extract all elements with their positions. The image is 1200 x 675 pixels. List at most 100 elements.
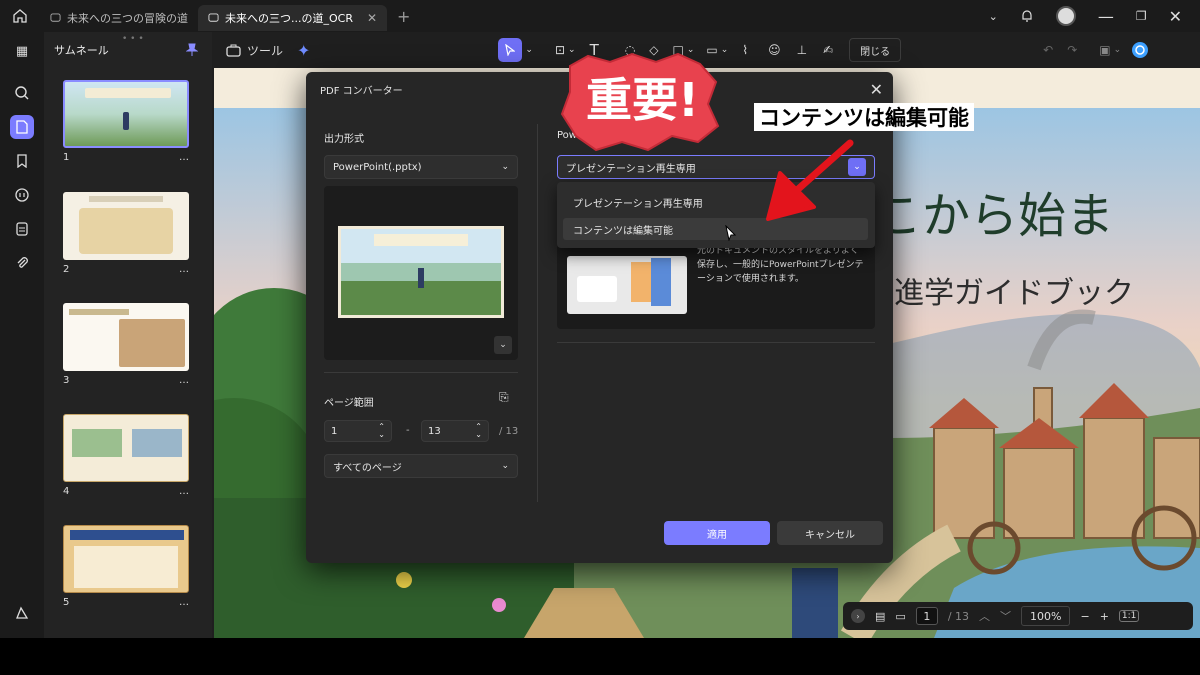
output-format-label: 出力形式 xyxy=(324,134,364,145)
apply-button[interactable]: 適用 xyxy=(664,521,770,545)
more-icon[interactable]: … xyxy=(179,152,189,163)
presentation-icon[interactable]: ▭ xyxy=(895,610,905,623)
more-icon[interactable]: … xyxy=(179,264,189,275)
current-page-input[interactable]: 1 xyxy=(915,607,938,625)
thumbnail-page-5[interactable]: 5… xyxy=(63,525,189,608)
next-page-icon[interactable]: ﹀ xyxy=(1000,608,1011,624)
page-subset-select[interactable]: すべてのページ ⌄ xyxy=(324,454,518,478)
more-icon[interactable]: … xyxy=(179,597,189,608)
page-number: 1 xyxy=(63,152,70,163)
stamp-icon: ⊥ xyxy=(796,43,808,57)
chat-icon xyxy=(208,12,219,22)
dialog-title: PDF コンバーター xyxy=(320,86,403,97)
chevron-down-icon: ⌄ xyxy=(501,461,509,471)
thumbnail-page-1[interactable]: 1… xyxy=(63,80,189,163)
zoom-level[interactable]: 100% xyxy=(1021,606,1071,626)
collapse-icon[interactable]: › xyxy=(851,609,865,623)
pin-icon[interactable] xyxy=(186,43,198,57)
app-window: 未来への三つの冒険の道 未来への三つ...の道_OCR ✕ + ⌄ — ❐ ✕ … xyxy=(0,0,1200,638)
signature-tool[interactable]: ✍ xyxy=(823,38,833,62)
select-tool[interactable]: ⌄ xyxy=(498,38,533,62)
chevron-down-icon: ⌄ xyxy=(720,45,729,55)
home-button[interactable] xyxy=(0,0,40,32)
range-from-value: 1 xyxy=(331,425,338,437)
preview-thumbnail xyxy=(338,226,504,318)
range-to-input[interactable]: 13 ⌃ ⌄ xyxy=(421,420,489,442)
sticker-icon: ☺ xyxy=(768,43,781,57)
thumbnail-page-2[interactable]: 2… xyxy=(63,192,189,275)
more-icon[interactable]: … xyxy=(179,375,189,386)
rail-attachment-list-button[interactable] xyxy=(0,212,44,246)
tab-document-1[interactable]: 未来への三つの冒険の道 xyxy=(40,5,198,31)
range-to-value: 13 xyxy=(428,425,441,437)
window-controls: ⌄ — ❐ ✕ xyxy=(989,0,1200,32)
maximize-icon[interactable]: ❐ xyxy=(1136,9,1147,23)
page-range-settings-icon[interactable]: ⎘ xyxy=(499,390,509,405)
red-arrow-annotation xyxy=(766,139,854,221)
rail-bookmark-button[interactable] xyxy=(0,144,44,178)
drag-handle[interactable]: • • • xyxy=(122,34,144,44)
avatar[interactable] xyxy=(1055,6,1076,26)
right-divider xyxy=(557,342,875,343)
tab-label: 未来への三つの冒険の道 xyxy=(67,12,188,25)
save-icon: ▣ xyxy=(1099,43,1111,57)
save-button[interactable]: ▣ ⌄ xyxy=(1099,38,1121,62)
search-icon xyxy=(15,86,29,100)
mode-description-card: 元のドキュメントのスタイルをよりよく保存し、一般的にPowerPointプレゼン… xyxy=(557,244,875,329)
page-number: 3 xyxy=(63,375,70,386)
reading-mode-icon[interactable]: ▤ xyxy=(875,610,885,623)
thumbnail-page-4[interactable]: 4… xyxy=(63,414,189,497)
close-edit-button[interactable]: 閉じる xyxy=(849,38,902,62)
tab-label: 未来への三つ...の道_OCR xyxy=(225,12,353,25)
rail-attachment-button[interactable] xyxy=(0,246,44,280)
rail-search-button[interactable] xyxy=(0,76,44,110)
mode-illustration xyxy=(567,256,687,314)
close-icon[interactable]: ✕ xyxy=(1169,7,1182,26)
thumbnail-page-3[interactable]: 3… xyxy=(63,303,189,386)
assistant-button[interactable] xyxy=(1131,38,1149,62)
sticker-tool[interactable]: ☺ xyxy=(768,38,781,62)
mode-description: 元のドキュメントのスタイルをよりよく保存し、一般的にPowerPointプレゼン… xyxy=(697,246,864,284)
new-tab-button[interactable]: + xyxy=(397,7,410,26)
left-divider xyxy=(324,372,518,373)
tools-button[interactable]: ツール xyxy=(226,38,283,62)
stepper-icon[interactable]: ⌃ ⌄ xyxy=(378,423,385,439)
stamp-tool[interactable]: ⊥ xyxy=(797,38,807,62)
cancel-button[interactable]: キャンセル xyxy=(777,521,883,545)
page-number: 2 xyxy=(63,264,70,275)
fit-page-icon[interactable]: 1:1 xyxy=(1118,610,1140,622)
zoom-out-icon[interactable]: − xyxy=(1080,610,1089,623)
redo-button[interactable]: ↷ xyxy=(1067,38,1077,62)
chevron-down-icon: ⌄ xyxy=(1113,45,1122,55)
page-subset-value: すべてのページ xyxy=(333,462,402,474)
rail-comment-button[interactable] xyxy=(0,178,44,212)
chevron-down-icon[interactable]: ⌄ xyxy=(989,10,998,23)
dialog-close-button[interactable]: ✕ xyxy=(870,80,883,99)
undo-button[interactable]: ↶ xyxy=(1043,38,1053,62)
tab-close-button[interactable]: ✕ xyxy=(367,11,377,25)
document-icon xyxy=(16,222,28,236)
powerpoint-mode-value: プレゼンテーション再生専用 xyxy=(566,163,696,175)
bell-icon[interactable] xyxy=(1020,9,1034,23)
tools-label: ツール xyxy=(247,43,284,58)
preview-panel: ⌄ xyxy=(324,186,518,360)
output-format-select[interactable]: PowerPoint(.pptx) ⌄ xyxy=(324,155,518,179)
document-title: こから始ま xyxy=(874,188,1115,244)
prev-page-icon[interactable]: ︿ xyxy=(979,608,990,624)
thumbnail-title: サムネール xyxy=(54,44,109,57)
paperclip-icon xyxy=(17,257,28,268)
ai-button[interactable]: ✦ xyxy=(297,38,310,62)
rail-grid-button[interactable]: ▦ xyxy=(0,34,44,68)
preview-expand-button[interactable]: ⌄ xyxy=(494,336,512,354)
rail-thumbnails-button[interactable] xyxy=(0,110,44,144)
home-icon xyxy=(13,9,27,23)
attach-tool[interactable]: ⌇ xyxy=(742,38,748,62)
stepper-icon[interactable]: ⌃ ⌄ xyxy=(475,423,482,439)
zoom-in-icon[interactable]: + xyxy=(1100,610,1109,623)
range-from-input[interactable]: 1 ⌃ ⌄ xyxy=(324,420,392,442)
tab-document-2[interactable]: 未来への三つ...の道_OCR ✕ xyxy=(198,5,388,31)
sparkle-icon: ✦ xyxy=(297,40,311,60)
rail-app-logo[interactable] xyxy=(0,596,44,630)
more-icon[interactable]: … xyxy=(179,486,189,497)
minimize-icon[interactable]: — xyxy=(1098,7,1114,26)
